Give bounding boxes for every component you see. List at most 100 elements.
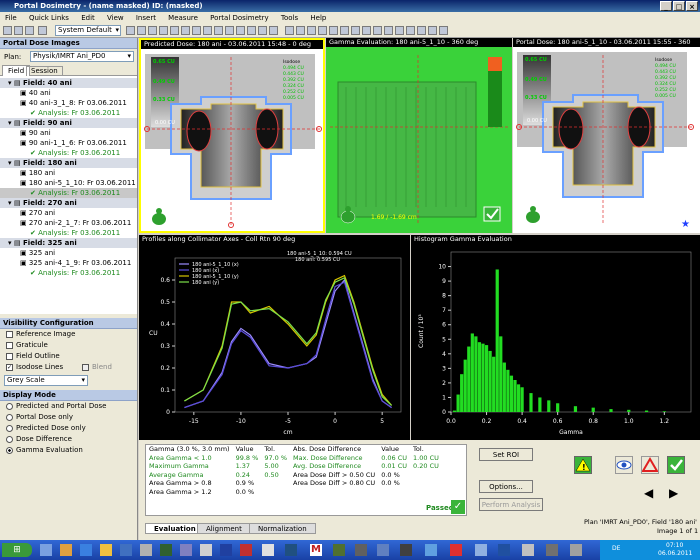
tool-icon-12[interactable]: [247, 26, 256, 35]
tool-icon-13[interactable]: [258, 26, 267, 35]
blend-checkbox[interactable]: Blend: [82, 362, 112, 373]
taskbar-app-icon-17[interactable]: [377, 544, 389, 556]
refresh-icon[interactable]: [38, 26, 47, 35]
tool-icon-26[interactable]: [406, 26, 415, 35]
tool-icon-7[interactable]: [192, 26, 201, 35]
taskbar-app-icon-7[interactable]: [160, 544, 172, 556]
tool-icon-24[interactable]: [384, 26, 393, 35]
tree-item-90-sub[interactable]: ▣ 90 ani: [0, 128, 137, 138]
previous-arrow-icon[interactable]: ◀: [644, 486, 653, 500]
grey-scale-select[interactable]: Grey Scale ▾: [4, 375, 88, 386]
start-button[interactable]: ⊞: [2, 543, 32, 557]
tree-item-270-sub[interactable]: ▣ 270 ani: [0, 208, 137, 218]
taskbar-app-icon-19[interactable]: [425, 544, 437, 556]
tree-item-40-image[interactable]: ▣ 40 ani-3_1_8: Fr 03.06.2011: [0, 98, 137, 108]
mode-dose-difference-radio[interactable]: Dose Difference: [0, 434, 137, 445]
tab-evaluation[interactable]: Evaluation: [145, 523, 205, 534]
menu-edit[interactable]: Edit: [76, 14, 100, 22]
predicted-dose-panel[interactable]: Predicted Dose: 180 ani - 03.06.2011 15:…: [139, 38, 325, 233]
tool-icon-14[interactable]: [269, 26, 278, 35]
taskbar-app-icon-4[interactable]: [100, 544, 112, 556]
menu-insert[interactable]: Insert: [131, 14, 161, 22]
tool-icon-20[interactable]: [340, 26, 349, 35]
tool-icon-28[interactable]: [428, 26, 437, 35]
tool-icon-23[interactable]: [373, 26, 382, 35]
taskbar-app-icon-3[interactable]: [80, 544, 92, 556]
tree-item-40-sub[interactable]: ▣ 40 ani: [0, 88, 137, 98]
histogram-panel[interactable]: Histogram Gamma Evaluation 0.0 0.2 0.4 0.6 0…: [411, 235, 700, 440]
taskbar-app-icon-10[interactable]: [220, 544, 232, 556]
taskbar-app-icon-14[interactable]: M: [310, 544, 322, 556]
tree-field-40[interactable]: ▾ ▤ Field: 40 ani: [0, 78, 137, 88]
profile-select[interactable]: System Default ▾: [55, 25, 121, 36]
tool-icon-19[interactable]: [329, 26, 338, 35]
taskbar-app-icon-1[interactable]: [40, 544, 52, 556]
menu-tools[interactable]: Tools: [276, 14, 303, 22]
tool-icon-9[interactable]: [214, 26, 223, 35]
taskbar-app-icon-24[interactable]: [546, 544, 558, 556]
tool-icon-18[interactable]: [318, 26, 327, 35]
tool-icon-10[interactable]: [225, 26, 234, 35]
tool-icon-11[interactable]: [236, 26, 245, 35]
portal-dose-panel[interactable]: Portal Dose: 180 ani-5_1_10 - 03.06.2011…: [513, 38, 700, 233]
menu-view[interactable]: View: [102, 14, 129, 22]
tool-icon-6[interactable]: [181, 26, 190, 35]
menu-help[interactable]: Help: [305, 14, 331, 22]
mode-portal-only-radio[interactable]: Portal Dose only: [0, 412, 137, 423]
print-icon[interactable]: [25, 26, 34, 35]
tool-icon-25[interactable]: [395, 26, 404, 35]
tree-item-325-sub[interactable]: ▣ 325 ani: [0, 248, 137, 258]
taskbar-app-icon-6[interactable]: [140, 544, 152, 556]
language-indicator[interactable]: DE: [612, 545, 620, 552]
tool-icon-15[interactable]: [285, 26, 294, 35]
tool-icon-2[interactable]: [137, 26, 146, 35]
menu-quick-links[interactable]: Quick Links: [24, 14, 74, 22]
menu-portal-dosimetry[interactable]: Portal Dosimetry: [205, 14, 274, 22]
warning-icon[interactable]: !: [574, 456, 592, 474]
tab-normalization[interactable]: Normalization: [249, 523, 316, 534]
tool-icon-16[interactable]: [296, 26, 305, 35]
tree-item-180-analysis[interactable]: ✔ Analysis: Fr 03.06.2011: [0, 188, 137, 198]
tree-field-325[interactable]: ▾ ▤ Field: 325 ani: [0, 238, 137, 248]
tool-icon-29[interactable]: [439, 26, 448, 35]
tool-icon-8[interactable]: [203, 26, 212, 35]
taskbar-app-icon-15[interactable]: [333, 544, 345, 556]
eye-icon[interactable]: [615, 456, 633, 474]
delta-icon[interactable]: [641, 456, 659, 474]
tab-alignment[interactable]: Alignment: [197, 523, 251, 534]
tree-item-180-image[interactable]: ▣ 180 ani-5_1_10: Fr 03.06.2011: [0, 178, 137, 188]
tab-session[interactable]: Session: [26, 66, 63, 76]
menu-file[interactable]: File: [0, 14, 22, 22]
tree-item-40-analysis[interactable]: ✔ Analysis: Fr 03.06.2011: [0, 108, 137, 118]
profiles-chart-panel[interactable]: Profiles along Collimator Axes - Coll Rt…: [139, 235, 410, 440]
taskbar-app-icon-5[interactable]: [120, 544, 132, 556]
taskbar-app-icon-22[interactable]: [498, 544, 510, 556]
mode-gamma-evaluation-radio[interactable]: Gamma Evaluation: [0, 445, 137, 456]
tool-icon-4[interactable]: [159, 26, 168, 35]
tree-field-180[interactable]: ▾ ▤ Field: 180 ani: [0, 158, 137, 168]
save-icon[interactable]: [14, 26, 23, 35]
perform-analysis-button[interactable]: Perform Analysis: [479, 498, 543, 511]
taskbar-app-icon-12[interactable]: [262, 544, 274, 556]
taskbar-app-icon-8[interactable]: [180, 544, 192, 556]
field-outline-checkbox[interactable]: Field Outline: [0, 351, 137, 362]
mode-predicted-only-radio[interactable]: Predicted Dose only: [0, 423, 137, 434]
tool-icon-27[interactable]: [417, 26, 426, 35]
tree-item-325-analysis[interactable]: ✔ Analysis: Fr 03.06.2011: [0, 268, 137, 278]
menu-measure[interactable]: Measure: [163, 14, 203, 22]
gamma-evaluation-panel[interactable]: Gamma Evaluation: 180 ani-5_1_10 - 360 d…: [326, 38, 512, 233]
close-button[interactable]: ×: [686, 1, 698, 11]
taskbar-app-icon-20[interactable]: [450, 544, 462, 556]
tool-icon-22[interactable]: [362, 26, 371, 35]
tree-item-90-analysis[interactable]: ✔ Analysis: Fr 03.06.2011: [0, 148, 137, 158]
open-icon[interactable]: [3, 26, 12, 35]
mode-predicted-portal-radio[interactable]: Predicted and Portal Dose: [0, 401, 137, 412]
tree-item-180-sub[interactable]: ▣ 180 ani: [0, 168, 137, 178]
minimize-button[interactable]: _: [660, 1, 672, 11]
taskbar-app-icon-9[interactable]: [200, 544, 212, 556]
approve-icon[interactable]: [667, 456, 685, 474]
options-button[interactable]: Options...: [479, 480, 533, 493]
graticule-checkbox[interactable]: Graticule: [0, 340, 137, 351]
taskbar-app-icon-25[interactable]: [570, 544, 582, 556]
tool-icon-21[interactable]: [351, 26, 360, 35]
